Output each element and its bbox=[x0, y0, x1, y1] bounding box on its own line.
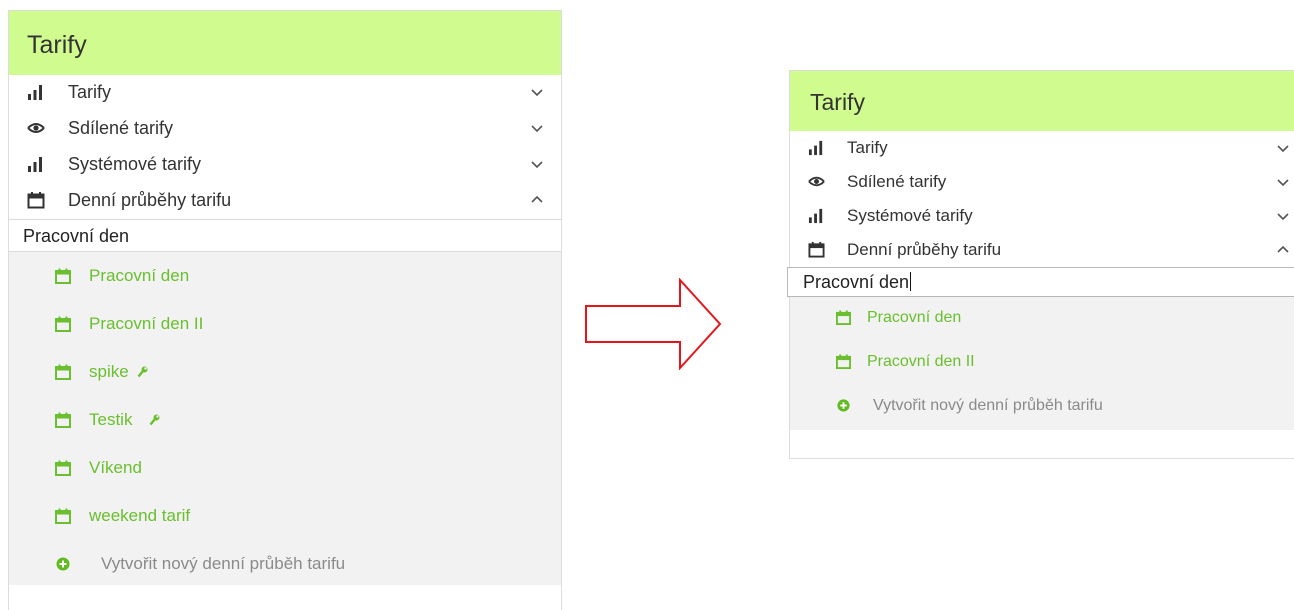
nav-item-label: Systémové tarify bbox=[847, 206, 973, 225]
list-item-label: Víkend bbox=[89, 458, 142, 477]
search-value: Pracovní den bbox=[23, 226, 130, 246]
chevron-down-icon bbox=[1277, 213, 1289, 221]
calendar-icon bbox=[55, 460, 71, 476]
chevron-down-icon bbox=[1277, 145, 1289, 153]
list-item-label: Testik bbox=[89, 410, 133, 429]
plus-circle-icon bbox=[56, 557, 70, 571]
bar-chart-icon bbox=[808, 208, 823, 224]
nav-item-systemove-tarify[interactable]: Systémové tarify bbox=[9, 147, 561, 183]
nav-item-systemove-tarify[interactable]: Systémové tarify bbox=[790, 199, 1294, 233]
nav-item-sdilene-tarify[interactable]: Sdílené tarify bbox=[9, 111, 561, 147]
nav-item-label: Systémové tarify bbox=[68, 154, 202, 174]
nav-item-label: Sdílené tarify bbox=[847, 172, 947, 191]
list-item-label: Pracovní den bbox=[867, 309, 962, 326]
nav-item-label: Tarify bbox=[847, 138, 888, 157]
list-item[interactable]: weekend tarif bbox=[9, 492, 561, 540]
calendar-icon bbox=[55, 364, 71, 380]
nav-item-label: Sdílené tarify bbox=[68, 118, 174, 138]
list-item[interactable]: Víkend bbox=[9, 444, 561, 492]
panel-header: Tarify bbox=[790, 71, 1294, 131]
nav-item-label: Denní průběhy tarifu bbox=[68, 190, 232, 210]
list-item-label: Pracovní den bbox=[89, 266, 190, 285]
day-profile-list: Pracovní den Pracovní den II spike Testi… bbox=[9, 252, 561, 585]
bar-chart-icon bbox=[28, 157, 42, 172]
create-day-profile-button[interactable]: Vytvořit nový denní průběh tarifu bbox=[9, 540, 561, 588]
calendar-icon bbox=[27, 192, 45, 209]
chevron-up-icon bbox=[531, 195, 543, 203]
nav-item-tarify[interactable]: Tarify bbox=[790, 131, 1294, 165]
eye-icon bbox=[27, 123, 45, 133]
list-item-label: weekend tarif bbox=[89, 506, 191, 525]
list-item-label: Pracovní den II bbox=[867, 353, 975, 370]
wrench-icon bbox=[137, 366, 148, 378]
tariff-panel-before: Tarify Tarify Sdílené tarify Systémové t… bbox=[8, 10, 562, 610]
list-item-label: Pracovní den II bbox=[89, 314, 204, 333]
eye-icon bbox=[808, 176, 825, 187]
chevron-down-icon bbox=[531, 89, 543, 97]
list-item[interactable]: Pracovní den II bbox=[9, 300, 561, 348]
bar-chart-icon bbox=[28, 85, 42, 100]
list-item[interactable]: Testik bbox=[9, 396, 561, 444]
search-input[interactable]: Pracovní den bbox=[787, 267, 1294, 297]
chevron-up-icon bbox=[1277, 245, 1289, 253]
create-label: Vytvořit nový denní průběh tarifu bbox=[101, 554, 346, 573]
list-item[interactable]: spike bbox=[9, 348, 561, 396]
calendar-icon bbox=[55, 508, 71, 524]
list-item[interactable]: Pracovní den II bbox=[790, 341, 1294, 385]
chevron-down-icon bbox=[531, 125, 543, 133]
search-input[interactable]: Pracovní den bbox=[9, 219, 561, 252]
nav-item-label: Tarify bbox=[68, 82, 112, 102]
create-label: Vytvořit nový denní průběh tarifu bbox=[873, 397, 1103, 414]
chevron-down-icon bbox=[1277, 179, 1289, 187]
calendar-icon bbox=[55, 412, 71, 428]
bar-chart-icon bbox=[808, 140, 823, 156]
calendar-icon bbox=[836, 354, 851, 369]
calendar-icon bbox=[55, 268, 71, 284]
list-item[interactable]: Pracovní den bbox=[9, 252, 561, 300]
calendar-icon bbox=[836, 310, 851, 325]
calendar-icon bbox=[55, 316, 71, 332]
chevron-down-icon bbox=[531, 161, 543, 169]
wrench-icon bbox=[149, 414, 160, 426]
nav-item-sdilene-tarify[interactable]: Sdílené tarify bbox=[790, 165, 1294, 199]
nav-item-tarify[interactable]: Tarify bbox=[9, 75, 561, 111]
nav-item-denni-prubehy[interactable]: Denní průběhy tarifu bbox=[9, 183, 561, 219]
list-item[interactable]: Pracovní den bbox=[790, 297, 1294, 341]
calendar-icon bbox=[808, 241, 825, 258]
day-profile-list: Pracovní den Pracovní den II Vytvořit no… bbox=[790, 297, 1294, 430]
text-caret bbox=[910, 272, 912, 291]
tariff-panel-after: Tarify Tarify Sdílené tarify Systémové t… bbox=[787, 70, 1294, 459]
search-value: Pracovní den bbox=[803, 272, 910, 292]
nav-item-label: Denní průběhy tarifu bbox=[847, 240, 1002, 259]
create-day-profile-button[interactable]: Vytvořit nový denní průběh tarifu bbox=[790, 385, 1294, 429]
plus-circle-icon bbox=[837, 399, 850, 412]
nav-item-denni-prubehy[interactable]: Denní průběhy tarifu bbox=[790, 233, 1294, 267]
arrow-right-icon bbox=[585, 278, 722, 370]
list-item-label: spike bbox=[89, 362, 129, 381]
panel-header: Tarify bbox=[9, 11, 561, 75]
